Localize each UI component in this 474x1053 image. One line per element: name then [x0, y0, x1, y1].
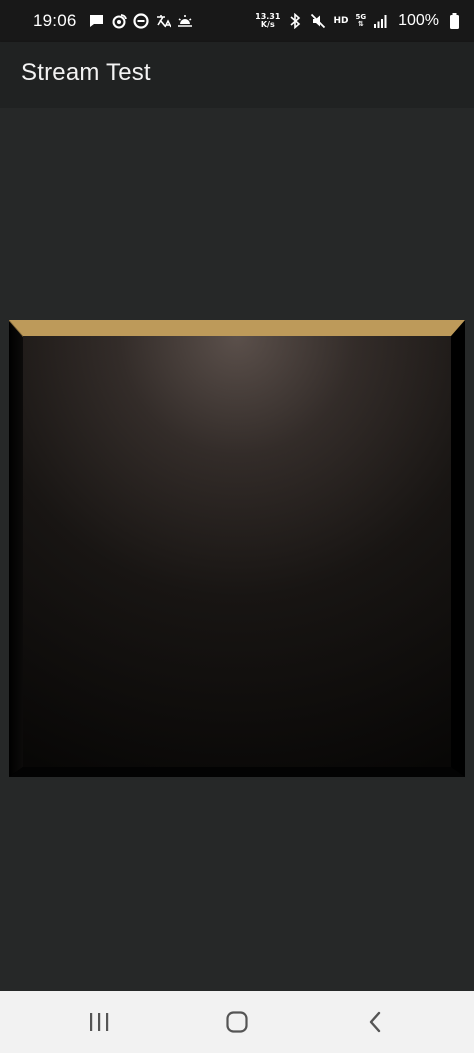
network-type: 5G ⇅ — [355, 14, 366, 28]
stream-stage[interactable] — [9, 320, 465, 777]
e-app-icon — [132, 13, 149, 29]
weather-icon — [177, 13, 193, 29]
bluetooth-icon — [287, 13, 303, 29]
data-arrows-icon: ⇅ — [357, 20, 364, 28]
stage-left-wall — [9, 320, 23, 777]
weibo-icon — [111, 13, 127, 29]
back-button[interactable] — [345, 992, 405, 1052]
back-icon — [369, 1011, 381, 1033]
status-clock: 19:06 — [33, 11, 77, 30]
signal-icon — [373, 13, 389, 29]
mute-icon — [310, 13, 326, 29]
app-title: Stream Test — [21, 59, 151, 86]
battery-icon — [446, 13, 462, 29]
network-speed: 13.31 K/s — [255, 13, 280, 29]
stage-back-panel — [23, 336, 451, 767]
status-left-group: 19:06 — [33, 11, 193, 31]
translate-icon — [155, 13, 171, 29]
home-button[interactable] — [207, 992, 267, 1052]
battery-percent: 100% — [398, 12, 439, 29]
recent-apps-icon — [90, 1013, 109, 1031]
stage-right-wall — [451, 320, 465, 777]
recent-apps-button[interactable] — [69, 992, 129, 1052]
navigation-bar — [0, 991, 474, 1053]
hd-badge: HD — [333, 16, 349, 26]
status-right-group: 13.31 K/s HD 5G ⇅ 100% — [255, 12, 462, 30]
home-icon — [226, 1011, 248, 1033]
status-bar: 19:06 13.31 K/s HD 5G ⇅ 100% — [0, 0, 474, 42]
stream-stage-graphic — [9, 320, 465, 777]
network-speed-unit: K/s — [260, 20, 275, 29]
message-icon — [89, 13, 105, 29]
app-bar: Stream Test — [0, 42, 474, 108]
stage-floor — [9, 767, 465, 777]
stage-top-bevel — [9, 320, 465, 336]
